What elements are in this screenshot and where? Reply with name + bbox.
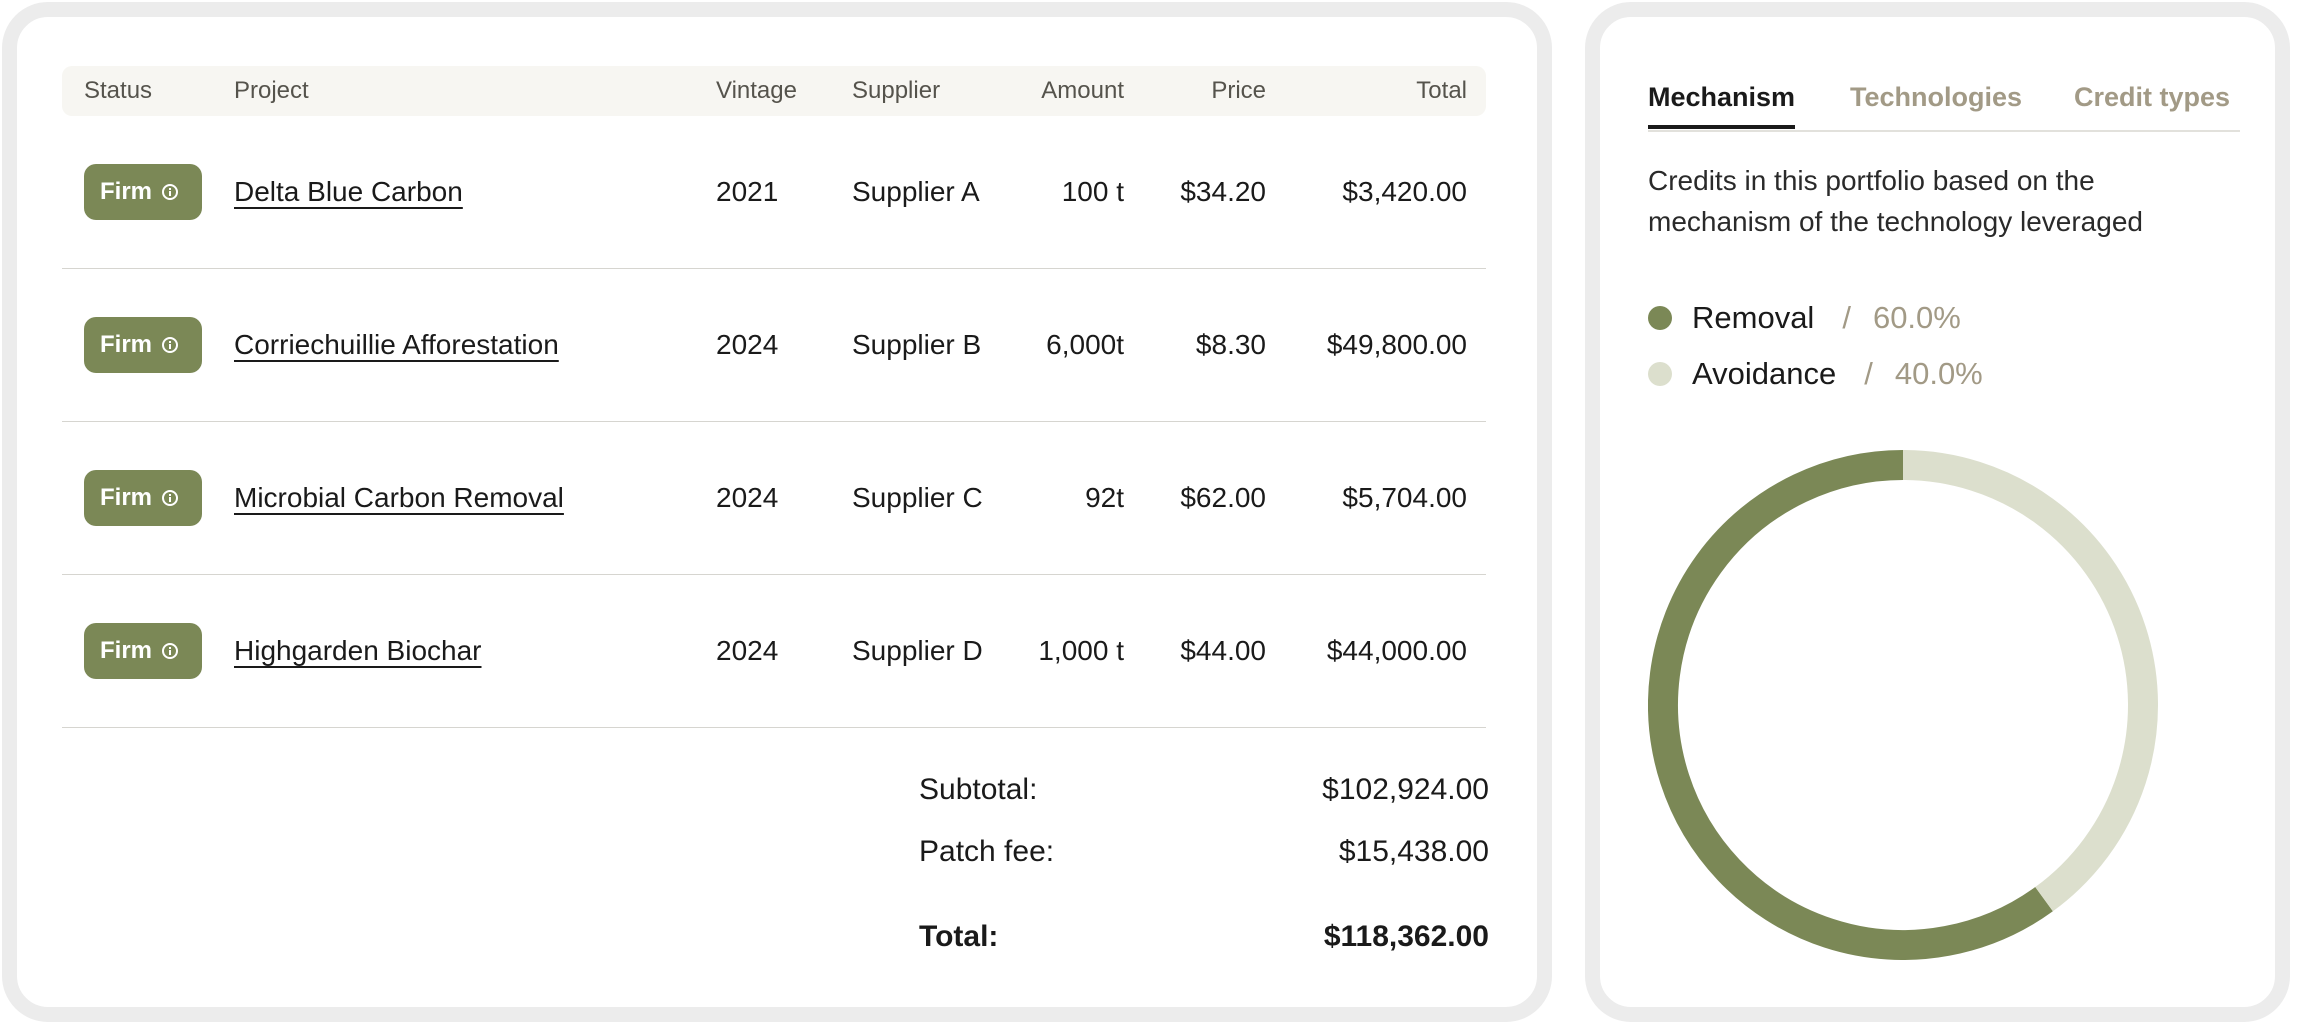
vintage-cell: 2024 xyxy=(716,635,779,666)
legend-label: Avoidance xyxy=(1692,356,1837,391)
tab-mechanism[interactable]: Mechanism xyxy=(1648,82,1796,129)
header-supplier: Supplier xyxy=(852,77,941,104)
project-link[interactable]: Corriechuillie Afforestation xyxy=(234,329,559,361)
status-badge-label: Firm xyxy=(100,331,153,358)
amount-cell: 92t xyxy=(1085,482,1124,513)
patch-fee-label: Patch fee: xyxy=(919,835,1055,868)
chart-tabs: Mechanism Technologies Credit types xyxy=(1648,80,2240,132)
tab-technologies[interactable]: Technologies xyxy=(1850,82,2022,125)
project-link[interactable]: Delta Blue Carbon xyxy=(234,176,463,208)
table-body: Firm Delta Blue Carbon 2021 Supplier A 1… xyxy=(62,116,1486,728)
header-vintage: Vintage xyxy=(716,77,797,104)
total-cell: $44,000.00 xyxy=(1326,635,1467,666)
header-amount: Amount xyxy=(1041,77,1124,104)
total-cell: $49,800.00 xyxy=(1326,329,1467,360)
legend-label: Removal xyxy=(1692,300,1815,335)
status-badge-label: Firm xyxy=(100,178,153,205)
table-row: Firm Highgarden Biochar 2024 Supplier D … xyxy=(62,575,1486,728)
supplier-cell: Supplier A xyxy=(852,176,980,207)
price-cell: $62.00 xyxy=(1180,482,1266,513)
legend-item-removal: Removal / 60.0% xyxy=(1648,298,1961,338)
total-cell: $5,704.00 xyxy=(1342,482,1467,513)
donut-slice-removal xyxy=(1648,450,2053,960)
vintage-cell: 2024 xyxy=(716,482,779,513)
tab-credit-types[interactable]: Credit types xyxy=(2074,82,2230,125)
subtotal-value: $102,924.00 xyxy=(1322,773,1489,806)
legend-percent: 60.0% xyxy=(1872,300,1961,335)
price-cell: $34.20 xyxy=(1180,176,1266,207)
amount-cell: 6,000t xyxy=(1046,329,1124,360)
amount-cell: 1,000 t xyxy=(1038,635,1124,666)
info-icon[interactable] xyxy=(162,337,179,353)
subtotal-label: Subtotal: xyxy=(919,773,1038,806)
chart-description: Credits in this portfolio based on the m… xyxy=(1648,165,2143,237)
table-row: Firm Microbial Carbon Removal 2024 Suppl… xyxy=(62,422,1486,575)
table-row: Firm Corriechuillie Afforestation 2024 S… xyxy=(62,269,1486,422)
status-badge[interactable]: Firm xyxy=(84,164,202,220)
legend-percent: 40.0% xyxy=(1894,356,1983,391)
legend-separator: / xyxy=(1864,356,1873,391)
legend-dot-avoidance xyxy=(1648,362,1672,386)
legend-item-avoidance: Avoidance / 40.0% xyxy=(1648,354,1983,394)
price-cell: $8.30 xyxy=(1195,329,1266,360)
supplier-cell: Supplier C xyxy=(852,482,983,513)
project-link[interactable]: Highgarden Biochar xyxy=(234,635,482,667)
status-badge[interactable]: Firm xyxy=(84,470,202,526)
total-cell: $3,420.00 xyxy=(1342,176,1467,207)
vintage-cell: 2021 xyxy=(716,176,779,207)
table-row: Firm Delta Blue Carbon 2021 Supplier A 1… xyxy=(62,116,1486,269)
status-badge-label: Firm xyxy=(100,484,153,511)
donut-slice-avoidance xyxy=(1902,450,2158,912)
price-cell: $44.00 xyxy=(1180,635,1266,666)
status-badge[interactable]: Firm xyxy=(84,623,202,679)
info-icon[interactable] xyxy=(162,490,179,506)
supplier-cell: Supplier B xyxy=(852,329,982,360)
amount-cell: 100 t xyxy=(1061,176,1124,207)
header-total: Total xyxy=(1416,77,1467,104)
grand-total-label: Total: xyxy=(919,920,999,953)
info-icon[interactable] xyxy=(162,184,179,200)
header-project: Project xyxy=(234,77,309,104)
grand-total-value: $118,362.00 xyxy=(1323,920,1489,953)
header-price: Price xyxy=(1211,77,1266,104)
supplier-cell: Supplier D xyxy=(852,635,983,666)
table-header: Status Project Vintage Supplier Amount P… xyxy=(62,66,1486,116)
project-link[interactable]: Microbial Carbon Removal xyxy=(234,482,564,514)
legend-dot-removal xyxy=(1648,306,1672,330)
header-status: Status xyxy=(84,77,153,104)
status-badge-label: Firm xyxy=(100,637,153,664)
mechanism-donut-chart xyxy=(1648,450,2158,960)
info-icon[interactable] xyxy=(162,643,179,659)
legend-separator: / xyxy=(1842,300,1851,335)
patch-fee-value: $15,438.00 xyxy=(1338,835,1489,868)
vintage-cell: 2024 xyxy=(716,329,779,360)
status-badge[interactable]: Firm xyxy=(84,317,202,373)
